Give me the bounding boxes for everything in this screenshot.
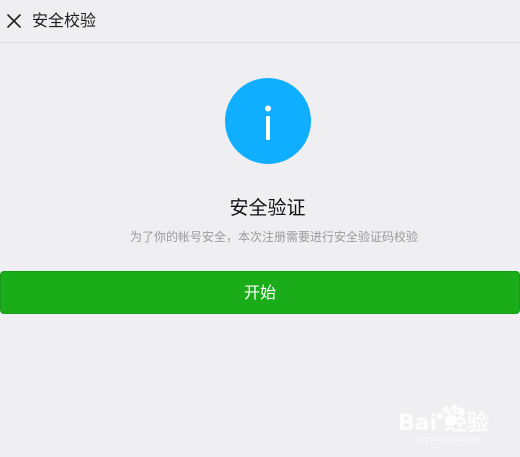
- watermark-text: Bai 经验: [398, 410, 489, 436]
- top-bar: 安全校验: [0, 0, 520, 43]
- baidu-jingyan-watermark: Bai 经验 jingyan.baidu.com: [398, 403, 508, 443]
- security-title: 安全验证: [229, 197, 306, 219]
- page-title: 安全校验: [32, 11, 97, 30]
- watermark-subtext: jingyan.baidu.com: [415, 435, 481, 443]
- start-button[interactable]: 开始: [0, 271, 520, 314]
- security-description: 为了你的帐号安全，本次注册需要进行安全验证码校验: [129, 230, 418, 244]
- info-badge: [225, 78, 311, 164]
- info-icon: [265, 105, 271, 140]
- paw-logo-icon: Bai 经验 jingyan.baidu.com: [398, 404, 489, 443]
- close-button[interactable]: [4, 7, 24, 35]
- close-icon: [7, 14, 21, 28]
